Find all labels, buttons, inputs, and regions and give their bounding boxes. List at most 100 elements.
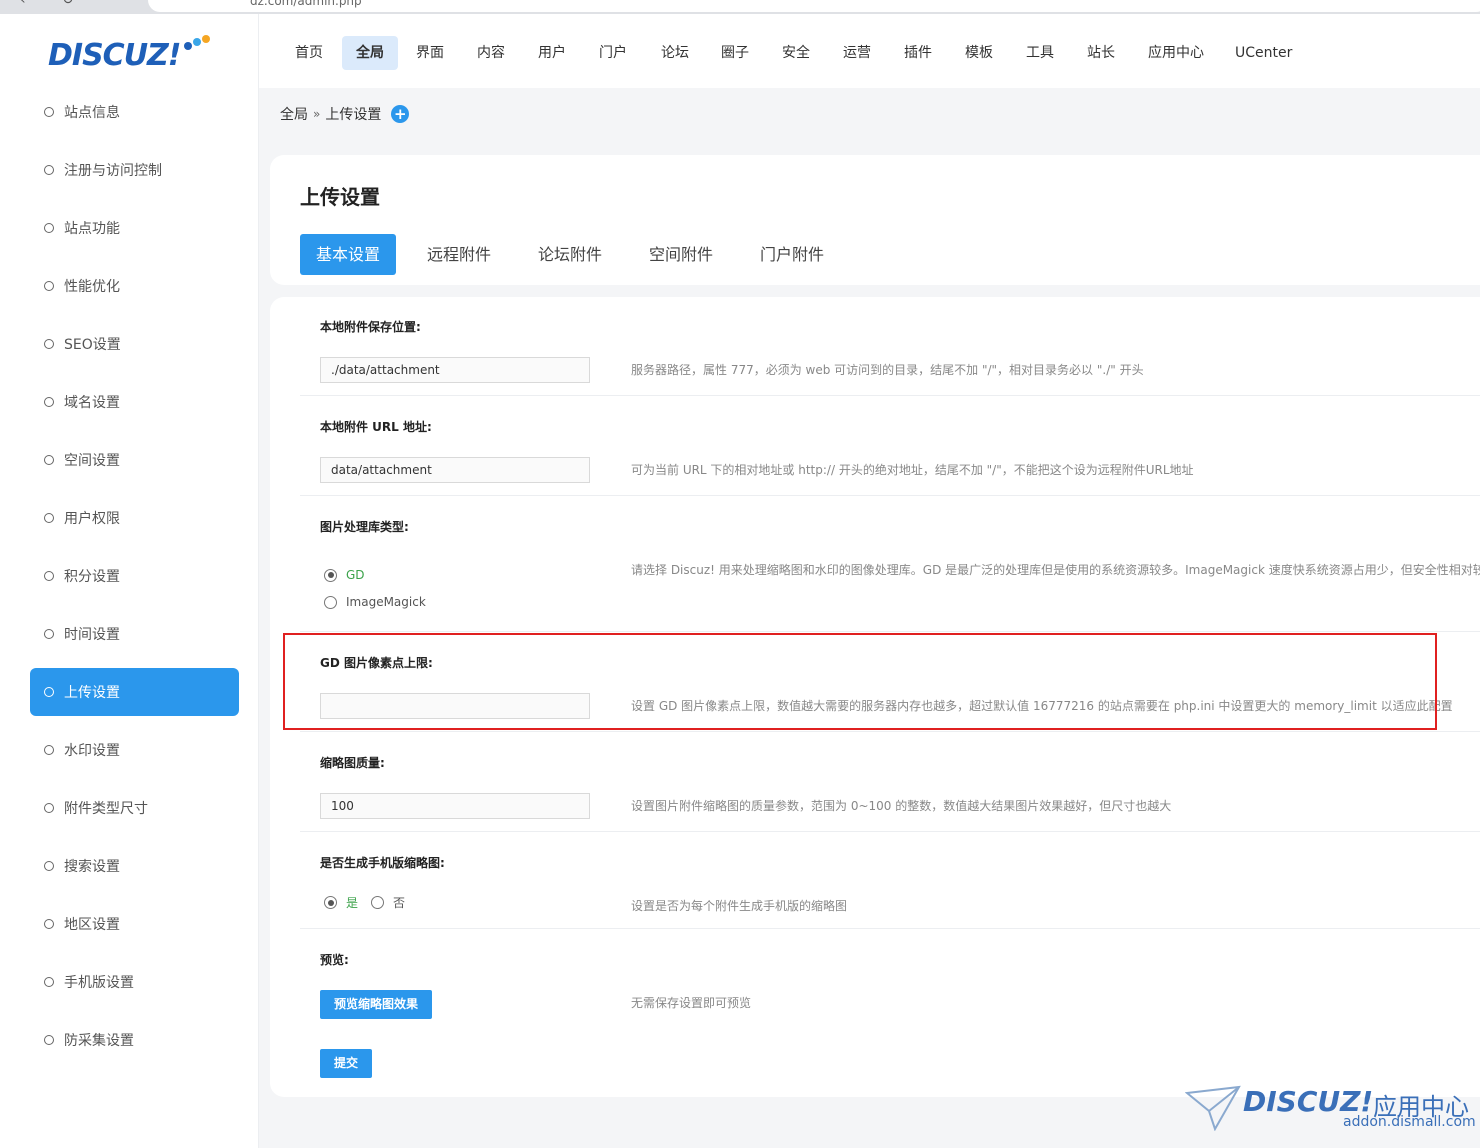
radio-icon [324, 568, 337, 582]
nav-tab[interactable]: 安全 [768, 36, 824, 70]
sub-tab[interactable]: 论坛附件 [522, 234, 618, 275]
nav-tab[interactable]: 站长 [1073, 36, 1129, 70]
sidebar-item[interactable]: 用户权限 [30, 494, 239, 542]
submit-button[interactable]: 提交 [320, 1049, 372, 1078]
preview-label: 预览: [320, 953, 349, 967]
sub-tab[interactable]: 空间附件 [633, 234, 729, 275]
circle-icon [44, 1035, 54, 1045]
nav-tab[interactable]: 论坛 [647, 36, 703, 70]
radio-icon [371, 896, 384, 909]
sidebar-item[interactable]: 搜索设置 [30, 842, 239, 890]
sidebar-item[interactable]: 手机版设置 [30, 958, 239, 1006]
attach-url-input[interactable] [320, 457, 590, 483]
attach-url-hint: 可为当前 URL 下的相对地址或 http:// 开头的绝对地址，结尾不加 "/… [631, 463, 1194, 477]
sub-tab[interactable]: 基本设置 [300, 234, 397, 275]
discuz-logo[interactable]: DISCUZ! [48, 35, 210, 73]
sidebar-item[interactable]: 地区设置 [30, 900, 239, 948]
radio-label: 否 [393, 896, 406, 910]
sidebar-item-label: 积分设置 [64, 569, 120, 585]
sidebar-item[interactable]: 附件类型尺寸 [30, 784, 239, 832]
circle-icon [44, 745, 54, 755]
circle-icon [44, 571, 54, 581]
header-card: 上传设置 基本设置 远程附件 论坛附件 空间附件 门户附件 [270, 155, 1480, 285]
reload-icon[interactable]: ↻ [62, 0, 74, 8]
top-nav: 首页 全局 界面 内容 用户 门户 论坛 圈子 安全 运营 插件 模板 工具 站长 应用中心 UCenter [259, 14, 1480, 88]
circle-icon [44, 281, 54, 291]
nav-tab[interactable]: 首页 [281, 36, 337, 70]
paper-plane-icon [1185, 1085, 1241, 1131]
sidebar-item-label: 地区设置 [64, 917, 120, 933]
nav-tab[interactable]: 全局 [342, 36, 398, 70]
nav-tab[interactable]: 圈子 [707, 36, 763, 70]
mobile-thumb-no-radio[interactable]: 否 [371, 894, 405, 911]
thumb-quality-input[interactable] [320, 793, 590, 819]
nav-tab[interactable]: 应用中心 [1134, 36, 1218, 70]
divider [300, 395, 1480, 396]
sidebar-item[interactable]: 上传设置 [30, 668, 239, 716]
nav-tab[interactable]: 门户 [585, 36, 641, 70]
add-shortcut-icon[interactable]: + [391, 105, 410, 123]
nav-tab[interactable]: 运营 [829, 36, 885, 70]
circle-icon [44, 397, 54, 407]
sidebar-item[interactable]: 空间设置 [30, 436, 239, 484]
circle-icon [44, 629, 54, 639]
divider [300, 731, 1480, 732]
sidebar-item-label: 站点信息 [64, 105, 120, 121]
sidebar-item-label: 注册与访问控制 [64, 163, 162, 179]
sub-tab[interactable]: 远程附件 [411, 234, 507, 275]
sub-tab[interactable]: 门户附件 [744, 234, 840, 275]
sidebar-item-label: SEO设置 [64, 337, 121, 353]
nav-tab[interactable]: UCenter [1221, 36, 1306, 70]
sidebar-item-label: 域名设置 [64, 395, 120, 411]
attach-dir-input[interactable] [320, 357, 590, 383]
image-lib-gd-radio[interactable]: GD [324, 568, 365, 582]
circle-icon [44, 977, 54, 987]
circle-icon [44, 861, 54, 871]
sidebar-item[interactable]: 站点功能 [30, 204, 239, 252]
thumb-quality-label: 缩略图质量: [320, 756, 385, 770]
sidebar-item[interactable]: 时间设置 [30, 610, 239, 658]
sidebar-item-label: 空间设置 [64, 453, 120, 469]
sidebar-item[interactable]: 站点信息 [30, 88, 239, 136]
circle-icon [44, 513, 54, 523]
nav-tab[interactable]: 插件 [890, 36, 946, 70]
logo-mark-icon [184, 35, 210, 50]
breadcrumb-current: 上传设置 [325, 107, 382, 123]
nav-tab[interactable]: 界面 [402, 36, 458, 70]
image-lib-imagemagick-radio[interactable]: ImageMagick [324, 595, 426, 609]
sidebar-item[interactable]: 水印设置 [30, 726, 239, 774]
sidebar-item-label: 附件类型尺寸 [64, 801, 148, 817]
image-lib-label: 图片处理库类型: [320, 520, 409, 534]
back-icon[interactable]: ‹ [20, 0, 26, 8]
sidebar-item-label: 性能优化 [64, 279, 120, 295]
sidebar-item[interactable]: 注册与访问控制 [30, 146, 239, 194]
logo-text: DISCUZ! [48, 38, 181, 73]
sidebar-item-label: 上传设置 [64, 685, 120, 701]
circle-icon [44, 687, 54, 697]
preview-hint: 无需保存设置即可预览 [631, 996, 752, 1010]
sidebar-item[interactable]: 域名设置 [30, 378, 239, 426]
highlight-box [283, 633, 1437, 730]
circle-icon [44, 919, 54, 929]
circle-icon [44, 339, 54, 349]
breadcrumb-root[interactable]: 全局 [280, 104, 308, 124]
nav-tab[interactable]: 用户 [524, 36, 580, 70]
sidebar-item[interactable]: 积分设置 [30, 552, 239, 600]
browser-chrome: ‹ ↻ dz.com/admin.php [0, 0, 1480, 14]
mobile-thumb-yes-radio[interactable]: 是 [324, 894, 358, 911]
page-title: 上传设置 [300, 185, 380, 209]
radio-icon [324, 896, 337, 909]
mobile-thumb-label: 是否生成手机版缩略图: [320, 856, 445, 870]
sidebar-item-label: 用户权限 [64, 511, 120, 527]
sidebar-item[interactable]: 性能优化 [30, 262, 239, 310]
nav-tab[interactable]: 模板 [951, 36, 1007, 70]
nav-tab[interactable]: 内容 [463, 36, 519, 70]
preview-thumb-button[interactable]: 预览缩略图效果 [320, 990, 432, 1019]
watermark: DISCUZ! 应用中心 addon.dismall.com [1185, 1083, 1476, 1133]
nav-tab[interactable]: 工具 [1012, 36, 1068, 70]
sidebar-item-label: 防采集设置 [64, 1033, 134, 1049]
sidebar-item[interactable]: SEO设置 [30, 320, 239, 368]
sidebar-item[interactable]: 防采集设置 [30, 1016, 239, 1064]
radio-label: ImageMagick [346, 595, 426, 609]
address-text: dz.com/admin.php [250, 0, 362, 8]
